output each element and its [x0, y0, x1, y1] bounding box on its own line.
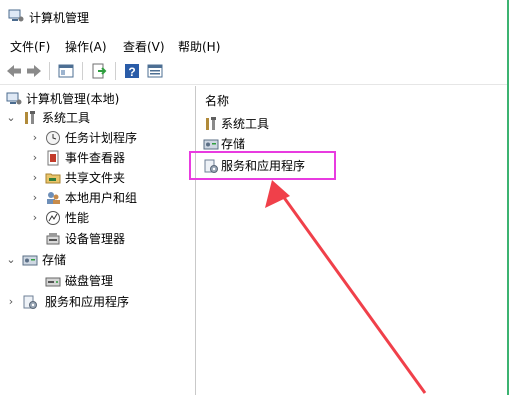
- tree-item-disk-management[interactable]: 磁盘管理: [0, 272, 190, 290]
- tree-item-shared-folders[interactable]: › 共享文件夹: [0, 169, 190, 187]
- annotation-highlight-box: [189, 151, 336, 180]
- tools-icon: [206, 117, 216, 130]
- services-icon: [23, 295, 37, 309]
- performance-icon: [46, 211, 60, 225]
- show-hide-tree-icon[interactable]: [57, 62, 75, 80]
- toolbar: ?: [0, 58, 507, 85]
- users-icon: [47, 192, 60, 204]
- tree-label: 共享文件夹: [65, 171, 126, 185]
- tree-item-device-manager[interactable]: 设备管理器: [0, 230, 190, 248]
- list-item[interactable]: 系统工具: [203, 115, 403, 133]
- tree-label: 服务和应用程序: [45, 295, 130, 309]
- tree-item-root[interactable]: 计算机管理(本地): [0, 90, 190, 108]
- shared-folder-icon: [45, 173, 61, 184]
- chevron-right-icon[interactable]: ›: [30, 169, 40, 187]
- tree-label: 性能: [65, 211, 90, 225]
- computer-management-icon: [6, 92, 22, 105]
- chevron-right-icon[interactable]: ›: [6, 293, 16, 311]
- computer-management-icon: [8, 9, 24, 22]
- tree-item-storage[interactable]: ⌄ 存储: [0, 251, 190, 269]
- toolbar-separator: [115, 62, 116, 80]
- help-icon[interactable]: ?: [123, 62, 141, 80]
- tree-label: 本地用户和组: [65, 191, 138, 205]
- list-item-label: 系统工具: [221, 117, 270, 131]
- tree-item-services-apps[interactable]: › 服务和应用程序: [0, 293, 190, 311]
- menu-action[interactable]: 操作(A): [65, 38, 107, 55]
- tree-label: 事件查看器: [65, 151, 126, 165]
- navigation-tree: 计算机管理(本地) ⌄ 系统工具 › 任务计划程序 › 事件查看器 › 共享文件…: [0, 86, 196, 395]
- column-header-name[interactable]: 名称: [205, 92, 229, 109]
- tree-item-local-users[interactable]: › 本地用户和组: [0, 189, 190, 207]
- disk-management-icon: [45, 277, 61, 287]
- menu-bar: 文件(F) 操作(A) 查看(V) 帮助(H): [0, 36, 507, 56]
- tree-label: 设备管理器: [65, 232, 126, 246]
- tree-label: 磁盘管理: [65, 274, 114, 288]
- title-bar: 计算机管理: [0, 0, 509, 32]
- event-viewer-icon: [47, 150, 59, 166]
- properties-view-icon[interactable]: [146, 62, 164, 80]
- back-arrow-icon[interactable]: [5, 62, 23, 80]
- tree-item-event-viewer[interactable]: › 事件查看器: [0, 149, 190, 167]
- chevron-right-icon[interactable]: ›: [30, 129, 40, 147]
- storage-icon: [203, 139, 219, 150]
- tree-label: 系统工具: [42, 111, 91, 125]
- chevron-right-icon[interactable]: ›: [30, 209, 40, 227]
- menu-view[interactable]: 查看(V): [123, 38, 165, 55]
- menu-file[interactable]: 文件(F): [10, 38, 50, 55]
- tree-label: 计算机管理(本地): [26, 92, 120, 106]
- content-list: 名称 系统工具 存储 服务和应用程序: [197, 86, 507, 395]
- tree-item-system-tools[interactable]: ⌄ 系统工具: [0, 109, 190, 127]
- chevron-down-icon[interactable]: ⌄: [6, 109, 16, 127]
- svg-text:?: ?: [128, 65, 135, 79]
- tree-item-performance[interactable]: › 性能: [0, 209, 190, 227]
- tree-item-task-scheduler[interactable]: › 任务计划程序: [0, 129, 190, 147]
- tools-icon: [25, 111, 35, 124]
- tree-label: 任务计划程序: [65, 131, 138, 145]
- export-list-icon[interactable]: [90, 62, 108, 80]
- chevron-right-icon[interactable]: ›: [30, 149, 40, 167]
- menu-help[interactable]: 帮助(H): [178, 38, 220, 55]
- clock-icon: [46, 131, 60, 145]
- chevron-right-icon[interactable]: ›: [30, 189, 40, 207]
- toolbar-separator: [49, 62, 50, 80]
- chevron-down-icon[interactable]: ⌄: [6, 251, 16, 269]
- forward-arrow-icon[interactable]: [25, 62, 43, 80]
- device-manager-icon: [46, 233, 60, 245]
- storage-icon: [22, 255, 38, 266]
- tree-label: 存储: [42, 253, 67, 267]
- toolbar-separator: [82, 62, 83, 80]
- window-title: 计算机管理: [29, 11, 90, 25]
